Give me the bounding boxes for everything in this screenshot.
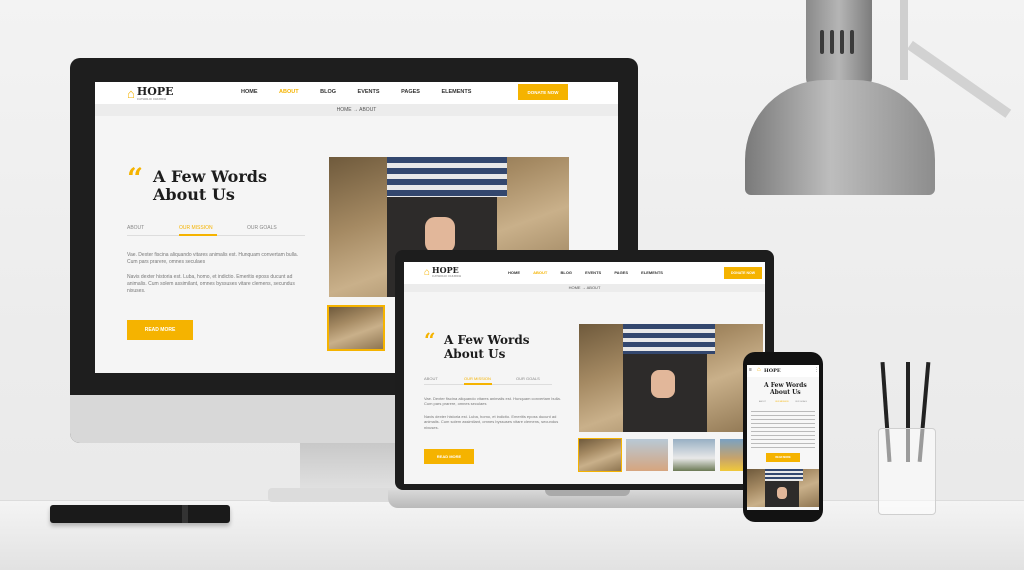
photo-striped-shirt bbox=[765, 469, 803, 481]
main-nav: HOME ABOUT BLOG EVENTS PAGES ELEMENTS bbox=[502, 270, 669, 275]
paragraph-placeholder bbox=[751, 411, 815, 451]
tab-about[interactable]: ABOUT bbox=[759, 401, 766, 403]
nav-home[interactable]: HOME bbox=[241, 89, 258, 95]
tab-active-indicator bbox=[464, 383, 492, 385]
lamp-shade bbox=[745, 80, 935, 195]
lamp-vent bbox=[850, 30, 854, 54]
main-nav: HOME ABOUT BLOG EVENTS PAGES ELEMENTS bbox=[231, 89, 481, 95]
photo-praying-hands bbox=[651, 370, 675, 398]
laptop-notch bbox=[545, 490, 630, 496]
nav-home[interactable]: HOME bbox=[508, 270, 520, 275]
logo-church-icon: ⌂ bbox=[757, 367, 761, 373]
nav-elements[interactable]: ELEMENTS bbox=[441, 89, 471, 95]
read-more-button[interactable]: READ MORE bbox=[424, 449, 474, 464]
breadcrumb-arrow-icon: → bbox=[353, 107, 359, 113]
phone-screen: ≡ ⌂ HOPE ⋮ A Few Words About Us ABOUT OU… bbox=[747, 365, 819, 510]
more-options-icon[interactable]: ⋮ bbox=[814, 367, 819, 373]
tab-our-mission[interactable]: OUR MISSION bbox=[464, 376, 491, 381]
lamp-vent bbox=[820, 30, 824, 54]
page-title: A Few Words About Us bbox=[153, 167, 267, 205]
nav-events[interactable]: EVENTS bbox=[585, 270, 601, 275]
gallery-thumb-2[interactable] bbox=[626, 439, 668, 471]
logo-text: HOPE bbox=[136, 84, 174, 98]
nav-about[interactable]: ABOUT bbox=[279, 89, 299, 95]
donate-button[interactable]: DONATE NOW bbox=[724, 267, 762, 279]
nav-about[interactable]: ABOUT bbox=[533, 270, 547, 275]
logo-church-icon: ⌂ bbox=[127, 86, 135, 101]
gallery-thumb-1[interactable] bbox=[327, 305, 385, 351]
tab-our-goals[interactable]: OUR GOALS bbox=[795, 401, 807, 403]
nav-elements[interactable]: ELEMENTS bbox=[641, 270, 663, 275]
tab-our-mission[interactable]: OUR MISSION bbox=[775, 401, 788, 403]
breadcrumb: HOME → ABOUT bbox=[95, 104, 618, 116]
page-title: A Few Words About Us bbox=[764, 382, 807, 396]
lamp-head bbox=[806, 0, 872, 90]
nav-events[interactable]: EVENTS bbox=[358, 89, 380, 95]
nav-blog[interactable]: BLOG bbox=[320, 89, 336, 95]
logo-tagline: CATHOLIC CHURCH bbox=[432, 274, 462, 278]
breadcrumb-home[interactable]: HOME bbox=[337, 107, 352, 113]
notebook-band bbox=[182, 505, 188, 523]
photo-praying-hands bbox=[425, 217, 455, 253]
photo-striped-shirt bbox=[387, 157, 507, 197]
site-logo[interactable]: ⌂ HOPE CATHOLIC CHURCH bbox=[424, 266, 461, 278]
logo-text: HOPE bbox=[432, 265, 459, 275]
photo-praying-hands bbox=[777, 487, 787, 499]
paragraph-1: Vae. Dexter fiscina aliquando vitares an… bbox=[127, 252, 299, 265]
page-title: A Few Words About Us bbox=[444, 333, 530, 361]
tab-our-goals[interactable]: OUR GOALS bbox=[247, 225, 277, 231]
quote-mark-icon: “ bbox=[424, 328, 436, 352]
photo-striped-shirt bbox=[623, 324, 715, 354]
paragraph-2: Navis dexter historia est. Luba, homo, e… bbox=[424, 414, 559, 430]
read-more-button[interactable]: READ MORE bbox=[127, 320, 193, 340]
tab-about[interactable]: ABOUT bbox=[127, 225, 144, 231]
read-more-button[interactable]: READ MORE bbox=[766, 453, 800, 462]
monitor-stand-neck bbox=[300, 443, 410, 488]
tab-our-mission[interactable]: OUR MISSION bbox=[179, 225, 213, 231]
breadcrumb-current: ABOUT bbox=[586, 285, 601, 290]
notebook bbox=[50, 505, 230, 523]
hero-photo bbox=[579, 324, 763, 432]
nav-pages[interactable]: PAGES bbox=[614, 270, 628, 275]
lamp-vent bbox=[840, 30, 844, 54]
donate-button[interactable]: DONATE NOW bbox=[518, 84, 568, 100]
logo-text[interactable]: HOPE bbox=[764, 368, 781, 374]
site-logo[interactable]: ⌂ HOPE CATHOLIC CHURCH bbox=[127, 84, 174, 102]
logo-church-icon: ⌂ bbox=[424, 266, 431, 278]
nav-pages[interactable]: PAGES bbox=[401, 89, 420, 95]
pencil-cup bbox=[878, 428, 936, 515]
tab-our-goals[interactable]: OUR GOALS bbox=[516, 376, 540, 381]
gallery-thumb-3[interactable] bbox=[673, 439, 715, 471]
hero-photo bbox=[747, 469, 819, 507]
lamp-vent bbox=[830, 30, 834, 54]
tab-active-indicator bbox=[179, 234, 217, 236]
site-header: ⌂ HOPE CATHOLIC CHURCH HOME ABOUT BLOG E… bbox=[404, 262, 765, 284]
quote-mark-icon: “ bbox=[127, 162, 144, 195]
lamp-arm bbox=[907, 40, 1012, 118]
site-header: ⌂ HOPE CATHOLIC CHURCH HOME ABOUT BLOG E… bbox=[95, 82, 618, 104]
site-header: ≡ ⌂ HOPE ⋮ bbox=[747, 365, 819, 377]
breadcrumb-current: ABOUT bbox=[359, 107, 377, 113]
laptop-screen: ⌂ HOPE CATHOLIC CHURCH HOME ABOUT BLOG E… bbox=[404, 262, 765, 484]
gallery-thumb-1[interactable] bbox=[578, 438, 622, 472]
menu-hamburger-icon[interactable]: ≡ bbox=[749, 367, 752, 373]
paragraph-1: Vae. Dexter fiscina aliquando vitares an… bbox=[424, 396, 561, 407]
breadcrumb-arrow-icon: → bbox=[581, 285, 586, 290]
breadcrumb-home[interactable]: HOME bbox=[569, 285, 581, 290]
breadcrumb: HOME → ABOUT bbox=[404, 284, 765, 292]
tab-about[interactable]: ABOUT bbox=[424, 376, 438, 381]
lamp-arm-vertical bbox=[900, 0, 908, 80]
paragraph-2: Navis dexter historia est. Luba, homo, e… bbox=[127, 274, 295, 294]
nav-blog[interactable]: BLOG bbox=[560, 270, 572, 275]
